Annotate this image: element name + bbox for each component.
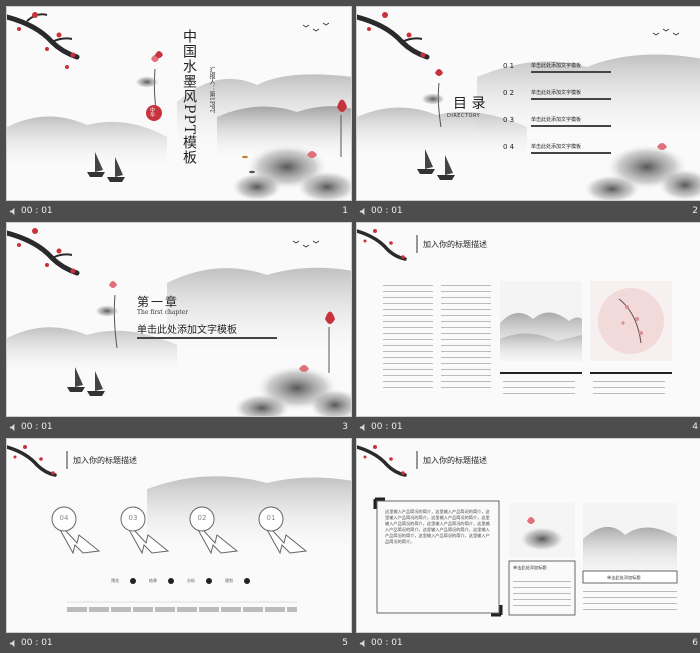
slide-thumbnail-3[interactable]: 第一章 The first chapter 单击此处添加文字模板 00 : 01… (6, 222, 352, 437)
directory-item-text: 单击此处添加文字模板 (531, 63, 582, 69)
slide-title: 中国水墨风PPT模板 (181, 29, 197, 166)
slide-time: 00 : 01 (21, 206, 53, 216)
directory-item-number: 0 2 (503, 89, 515, 97)
chapter-title-en: The first chapter (137, 309, 189, 316)
slide-status-bar: 00 : 01 3 (6, 417, 352, 437)
slide-number: 4 (692, 422, 698, 432)
slide-thumbnail-1[interactable]: 中国水墨风PPT模板 汇报人：第1PPT 中华 00 : 01 1 (6, 6, 352, 221)
speaker-icon (9, 423, 15, 431)
placeholder-text-block (513, 579, 571, 609)
ink-underline (531, 125, 611, 127)
ink-underline (531, 71, 611, 73)
ink-underline (531, 152, 611, 154)
slide-canvas: 目 录 DIRECTORY 0 1 单击此处添加文字模板 0 2 单击此处添加文… (356, 6, 700, 201)
slide-number: 3 (342, 422, 348, 432)
speaker-icon (359, 639, 365, 647)
slide-number: 6 (692, 638, 698, 648)
directory-item[interactable]: 0 3 单击此处添加文字模板 (503, 116, 633, 143)
slide-thumbnail-2[interactable]: 目 录 DIRECTORY 0 1 单击此处添加文字模板 0 2 单击此处添加文… (356, 6, 700, 221)
directory-item-number: 0 1 (503, 62, 515, 70)
placeholder-caption (503, 379, 575, 395)
speaker-icon (359, 207, 365, 215)
slide-status-bar: 00 : 01 4 (356, 417, 700, 437)
slide-thumbnail-6[interactable]: 加入你的标题描述 这里输入产品简况的简介，这里输入产品简况的简介，这里输入产品简… (356, 438, 700, 653)
slide-timing: 00 : 01 (9, 638, 53, 648)
placeholder-text-block (441, 283, 491, 393)
step-label: 规划 (225, 578, 233, 583)
slide-title: 加入你的标题描述 (423, 240, 487, 249)
directory-item-number: 0 4 (503, 143, 515, 151)
slide-status-bar: 00 : 01 6 (356, 633, 700, 653)
slide-canvas: 中国水墨风PPT模板 汇报人：第1PPT 中华 (6, 6, 352, 201)
directory-item[interactable]: 0 4 单击此处添加文字模板 (503, 143, 633, 170)
slide-canvas: 第一章 The first chapter 单击此处添加文字模板 (6, 222, 352, 417)
speaker-icon (9, 639, 15, 647)
chapter-title: 第一章 (137, 295, 180, 309)
step-number: 04 (59, 514, 69, 522)
box-description: 这里输入产品简况的简介，这里输入产品简况的简介，这里输入产品简况的简介，这里输入… (385, 509, 490, 544)
directory-item-text: 单击此处添加文字模板 (531, 90, 582, 96)
placeholder-footnote (67, 607, 297, 612)
slide-number: 1 (342, 206, 348, 216)
ink-underline (137, 337, 277, 339)
slide-timing: 00 : 01 (9, 422, 53, 432)
directory-item-text: 单击此处添加文字模板 (531, 117, 582, 123)
slide-status-bar: 00 : 01 5 (6, 633, 352, 653)
slide-canvas: 加入你的标题描述 (356, 222, 700, 417)
directory-item-number: 0 3 (503, 116, 515, 124)
placeholder-text-block (383, 283, 433, 393)
card-title: 单击此处添加标题 (607, 575, 641, 580)
directory-item-text: 单击此处添加文字模板 (531, 144, 582, 150)
ink-underline (531, 98, 611, 100)
slide-decorations (7, 445, 351, 603)
step-number: 01 (266, 514, 276, 522)
slide-timing: 00 : 01 (9, 206, 53, 216)
placeholder-caption (593, 379, 665, 395)
chapter-subtitle: 单击此处添加文字模板 (137, 325, 237, 336)
slide-subtitle: 汇报人：第1PPT (208, 67, 215, 113)
slide-number: 2 (692, 206, 698, 216)
speaker-icon (9, 207, 15, 215)
slide-time: 00 : 01 (371, 206, 403, 216)
slide-title: 加入你的标题描述 (423, 456, 487, 465)
placeholder-text-block (583, 589, 677, 611)
slide-status-bar: 00 : 01 1 (6, 201, 352, 221)
step-label: 预览 (111, 578, 119, 583)
slide-thumbnail-5[interactable]: 加入你的标题描述 04 03 02 01 预览 结果 分析 规划 00 : 01… (6, 438, 352, 653)
directory-item[interactable]: 0 2 单击此处添加文字模板 (503, 89, 633, 116)
step-label: 结果 (149, 578, 157, 583)
slide-timing: 00 : 01 (359, 206, 403, 216)
directory-heading-en: DIRECTORY (447, 113, 481, 119)
slide-canvas: 加入你的标题描述 这里输入产品简况的简介，这里输入产品简况的简介，这里输入产品简… (356, 438, 700, 633)
slide-grid: 中国水墨风PPT模板 汇报人：第1PPT 中华 00 : 01 1 目 录 DI… (0, 0, 700, 648)
slide-title: 加入你的标题描述 (73, 456, 137, 465)
slide-thumbnail-4[interactable]: 加入你的标题描述 00 : 01 4 (356, 222, 700, 437)
slide-time: 00 : 01 (371, 422, 403, 432)
speaker-icon (359, 423, 365, 431)
directory-heading: 目 录 (453, 96, 486, 112)
directory-item[interactable]: 0 1 单击此处添加文字模板 (503, 62, 633, 89)
step-number: 03 (128, 514, 138, 522)
slide-number: 5 (342, 638, 348, 648)
slide-status-bar: 00 : 01 2 (356, 201, 700, 221)
slide-time: 00 : 01 (371, 638, 403, 648)
slide-time: 00 : 01 (21, 422, 53, 432)
directory-list: 0 1 单击此处添加文字模板 0 2 单击此处添加文字模板 0 3 单击此处添加… (503, 62, 633, 170)
ink-landscape-illustration (7, 228, 351, 416)
slide-timing: 00 : 01 (359, 422, 403, 432)
slide-timing: 00 : 01 (359, 638, 403, 648)
slide-time: 00 : 01 (21, 638, 53, 648)
slide-canvas: 加入你的标题描述 04 03 02 01 预览 结果 分析 规划 (6, 438, 352, 633)
seal-stamp: 中华 (149, 107, 155, 117)
step-label: 分析 (187, 578, 195, 583)
step-number: 02 (197, 514, 207, 522)
card-title: 单击此处添加标题 (513, 565, 547, 570)
